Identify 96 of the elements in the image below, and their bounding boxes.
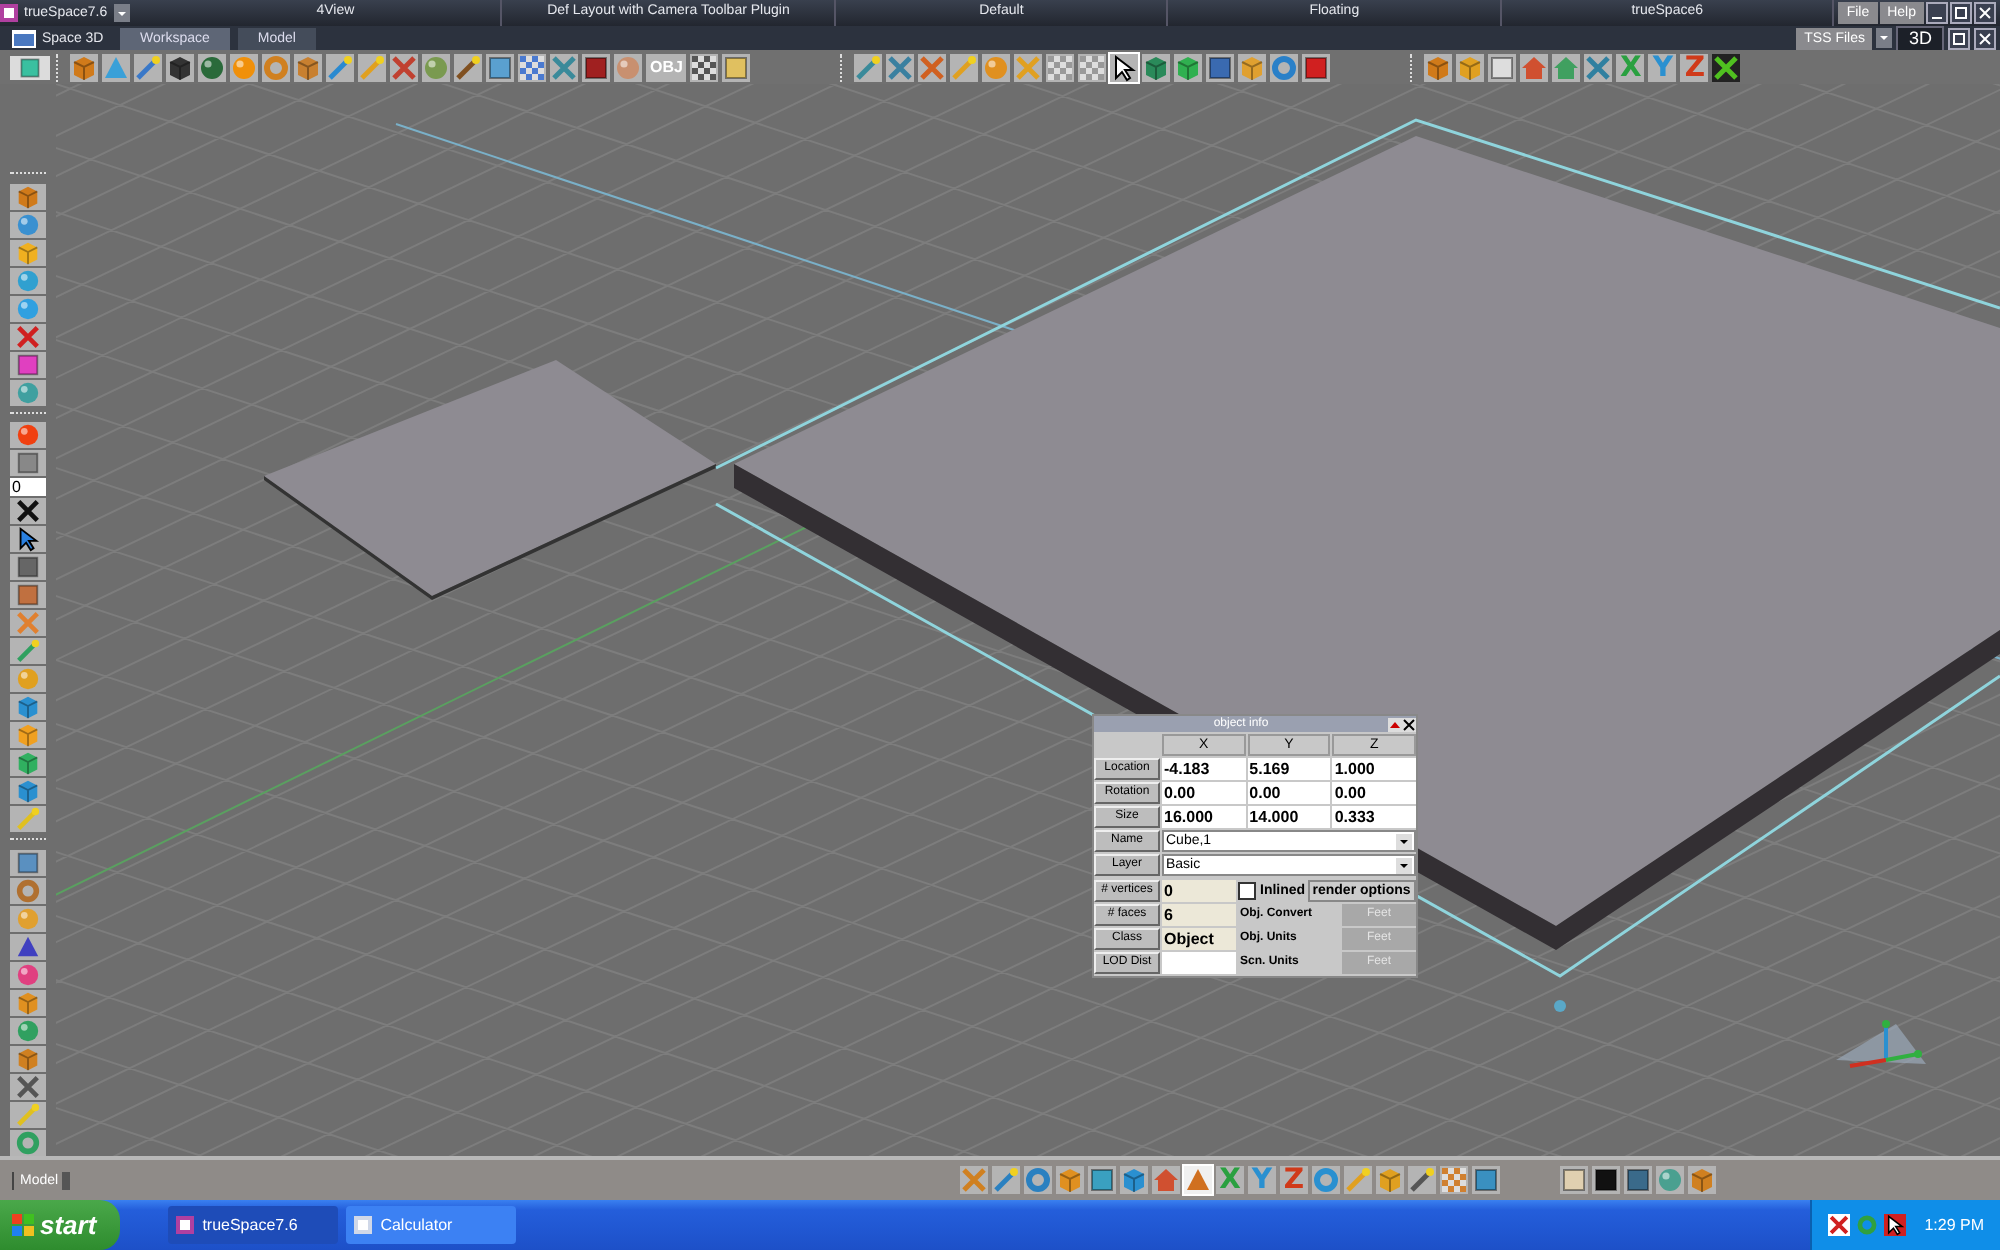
window-icon <box>354 1216 373 1234</box>
sphere-icon[interactable] <box>614 53 642 81</box>
value-cell[interactable]: 0.00 <box>1332 782 1417 804</box>
cross-icon[interactable] <box>1828 1214 1851 1236</box>
house-icon[interactable] <box>1152 1166 1180 1194</box>
cube-icon[interactable] <box>1142 53 1171 81</box>
collapse-icon[interactable] <box>1388 717 1402 731</box>
clock: 1:29 PM <box>1924 1216 1984 1234</box>
wand-icon[interactable] <box>10 806 46 833</box>
checker-icon[interactable] <box>1078 53 1107 81</box>
close-icon[interactable] <box>1974 27 1996 49</box>
wand-icon[interactable] <box>1408 1166 1436 1194</box>
axis-gizmo-icon[interactable] <box>1836 1020 1926 1068</box>
tile-icon[interactable] <box>1302 53 1331 81</box>
tile-icon[interactable] <box>722 53 751 81</box>
wand-icon[interactable] <box>326 53 354 81</box>
checker-icon[interactable] <box>518 53 546 81</box>
dropdown-icon <box>1396 857 1412 873</box>
value-cell[interactable]: 14.000 <box>1247 806 1331 828</box>
maximize-icon[interactable] <box>1950 2 1972 24</box>
text-cursor <box>62 1171 71 1189</box>
tile-icon[interactable] <box>10 450 46 477</box>
ring-icon[interactable] <box>1270 53 1299 81</box>
dropdown-icon[interactable] <box>113 4 130 22</box>
value-cell[interactable]: 5.169 <box>1247 758 1331 780</box>
checkbox[interactable] <box>1238 882 1256 900</box>
value-cell[interactable]: -4.183 <box>1162 758 1246 780</box>
value-cell: 0 <box>1162 880 1236 902</box>
checker-icon[interactable] <box>1440 1166 1468 1194</box>
tile-icon[interactable] <box>1088 1166 1116 1194</box>
app-icon <box>0 4 18 22</box>
house-icon[interactable] <box>1520 53 1549 81</box>
sphere-icon[interactable] <box>230 53 258 81</box>
ring-icon[interactable] <box>262 53 290 81</box>
wand-icon[interactable] <box>10 1102 46 1129</box>
tile-icon[interactable] <box>1624 1166 1652 1194</box>
cone-icon[interactable] <box>102 53 130 81</box>
tile-icon[interactable] <box>1472 1166 1500 1194</box>
wand-icon[interactable] <box>358 53 386 81</box>
checker-icon[interactable] <box>1046 53 1075 81</box>
value-cell[interactable]: 16.000 <box>1162 806 1246 828</box>
value-cell[interactable]: 0.333 <box>1332 806 1417 828</box>
close-icon[interactable] <box>1402 717 1416 731</box>
cross-icon[interactable] <box>1712 53 1741 81</box>
tile-icon[interactable] <box>1560 1166 1588 1194</box>
sphere-icon[interactable] <box>982 53 1011 81</box>
minimize-icon[interactable] <box>1926 2 1948 24</box>
tile-icon[interactable] <box>486 53 514 81</box>
ring-icon[interactable] <box>1024 1166 1052 1194</box>
maximize-icon[interactable] <box>1948 27 1970 49</box>
pointer-icon[interactable] <box>1884 1214 1907 1236</box>
lod-field[interactable] <box>1162 952 1236 974</box>
wand-icon[interactable] <box>10 638 46 665</box>
wand-icon[interactable] <box>854 53 883 81</box>
view-mode-label[interactable]: 3D <box>1896 25 1944 51</box>
value-cell: Object <box>1162 928 1236 950</box>
cube-icon[interactable] <box>166 53 194 81</box>
taskbar-button[interactable]: trueSpace7.6 <box>168 1206 339 1244</box>
frame-field[interactable]: 0 <box>10 478 46 497</box>
tile-icon[interactable] <box>10 582 46 609</box>
tile-icon[interactable] <box>1206 53 1235 81</box>
ring-icon[interactable] <box>1312 1166 1340 1194</box>
wand-icon[interactable] <box>454 53 482 81</box>
tile-icon[interactable] <box>10 850 46 877</box>
cross-icon[interactable] <box>10 498 46 525</box>
cone-icon[interactable] <box>1184 1166 1212 1194</box>
pointer-icon[interactable] <box>1110 53 1139 81</box>
wand-icon[interactable] <box>992 1166 1020 1194</box>
ring-icon[interactable] <box>10 1130 46 1156</box>
pointer-icon[interactable] <box>10 526 46 553</box>
wand-icon[interactable] <box>950 53 979 81</box>
tile-icon[interactable] <box>1488 53 1517 81</box>
tile-icon[interactable] <box>1592 1166 1620 1194</box>
value-cell[interactable]: 0.00 <box>1247 782 1331 804</box>
value-cell[interactable]: 1.000 <box>1332 758 1417 780</box>
house-icon[interactable] <box>1552 53 1581 81</box>
tile-icon[interactable] <box>10 351 46 378</box>
taskbar-button[interactable]: Calculator <box>346 1206 517 1244</box>
sphere-icon[interactable] <box>422 53 450 81</box>
value-cell: 6 <box>1162 904 1236 926</box>
dropdown-icon[interactable] <box>1876 28 1893 48</box>
tile-icon[interactable] <box>10 55 50 79</box>
windows-logo-icon <box>12 1214 34 1236</box>
cone-icon[interactable] <box>10 934 46 961</box>
close-icon[interactable] <box>1974 2 1996 24</box>
value-cell[interactable]: 0.00 <box>1162 782 1246 804</box>
pivot-dot <box>1554 1000 1566 1012</box>
cube-icon[interactable] <box>1120 1166 1148 1194</box>
checker-icon[interactable] <box>690 53 719 81</box>
window-icon <box>12 29 36 47</box>
ring-icon[interactable] <box>10 878 46 905</box>
window-icon <box>176 1216 195 1234</box>
tile-icon[interactable] <box>10 554 46 581</box>
start-button[interactable]: start <box>0 1200 121 1250</box>
tile-icon[interactable] <box>582 53 610 81</box>
dropdown-icon <box>1396 833 1412 849</box>
